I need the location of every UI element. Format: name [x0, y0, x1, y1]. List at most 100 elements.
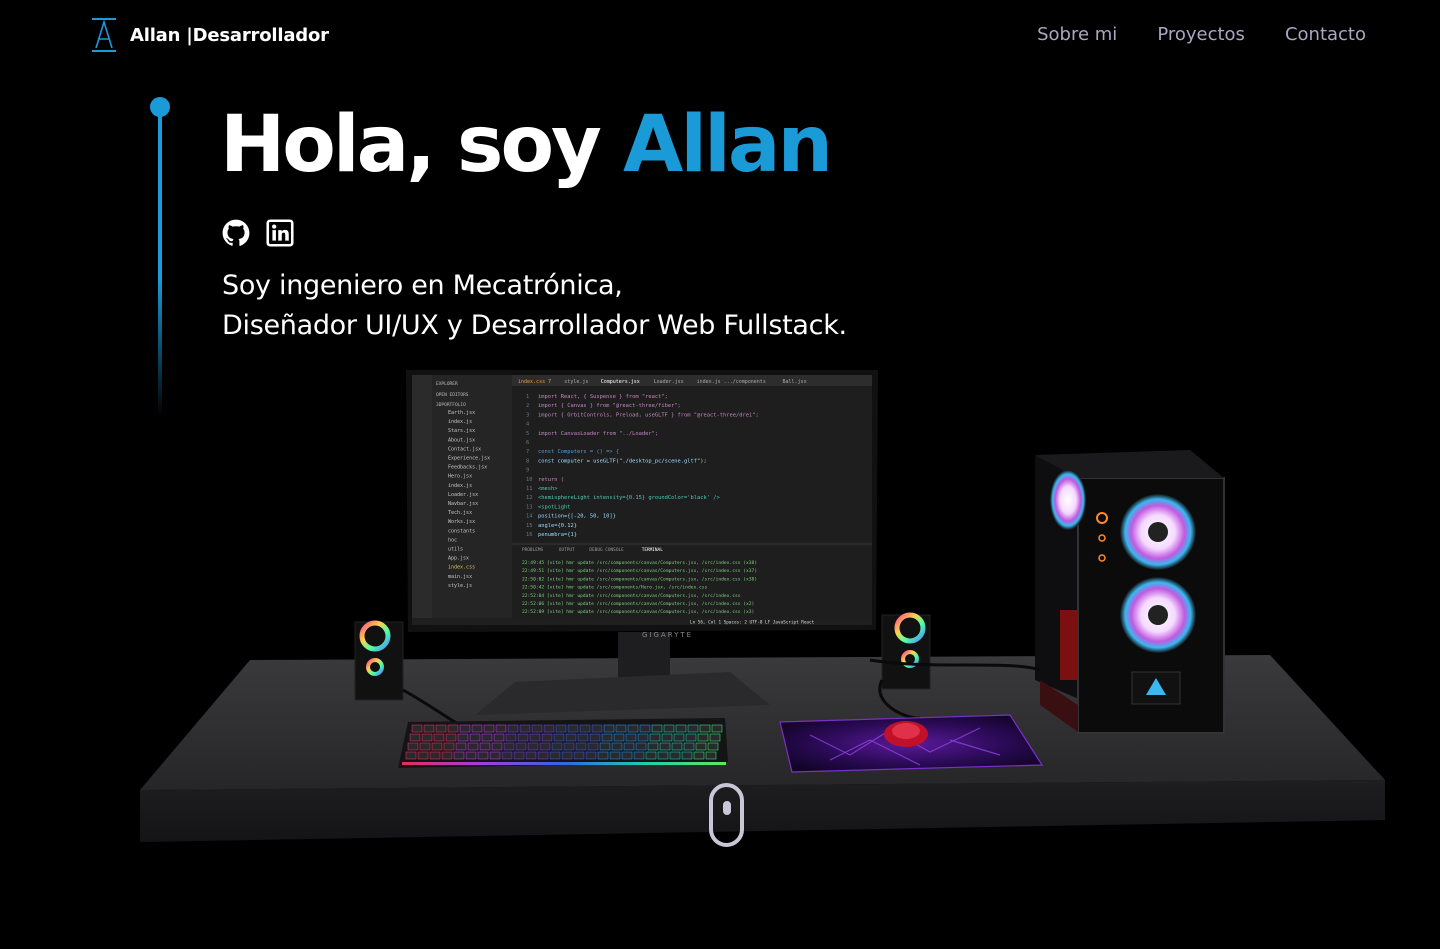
keyboard-key [587, 742, 599, 751]
navbar: Allan |Desarrollador Sobre mi Proyectos … [0, 0, 1440, 76]
keyboard-key [531, 724, 543, 733]
scroll-pill [723, 801, 731, 815]
keyboard-key [645, 751, 657, 760]
editor-tab: Loader.jsx [654, 379, 684, 385]
linkedin-link[interactable] [266, 219, 294, 247]
keyboard-key [639, 724, 651, 733]
terminal-tab: DEBUG CONSOLE [589, 547, 624, 553]
keyboard-key [611, 742, 623, 751]
keyboard-key [561, 751, 573, 760]
keyboard-key [471, 724, 483, 733]
logo-link[interactable]: Allan |Desarrollador [90, 16, 329, 54]
code-line-number: 12 [526, 495, 533, 501]
code-line: import { Canvas } from "@react-three/fib… [538, 403, 681, 409]
keyboard-key [445, 733, 457, 742]
keyboard-key [565, 733, 577, 742]
keyboard-key [685, 733, 697, 742]
keyboard-key [693, 751, 705, 760]
scroll-down-indicator[interactable] [709, 783, 744, 847]
code-line-number: 5 [526, 431, 529, 437]
nav-link-sobre-mi[interactable]: Sobre mi [1037, 24, 1117, 45]
mouse [884, 721, 928, 747]
code-line-number: 11 [526, 486, 533, 492]
keyboard-key [493, 733, 505, 742]
explorer-file-item: Experience.jsx [448, 456, 490, 462]
explorer-file-item: hoc [448, 537, 457, 543]
keyboard-key [709, 733, 721, 742]
nav-link-proyectos[interactable]: Proyectos [1157, 24, 1245, 45]
explorer-file-item: Tech.jsx [448, 510, 472, 516]
keyboard-key [477, 751, 489, 760]
explorer-file-item: style.js [448, 583, 472, 589]
keyboard-key [447, 724, 459, 733]
code-line: return ( [538, 477, 564, 483]
keyboard-key [411, 724, 423, 733]
keyboard-key [405, 751, 417, 760]
keyboard-key [441, 751, 453, 760]
explorer-file-item: Contact.jsx [448, 446, 481, 452]
code-line-number: 4 [526, 422, 529, 428]
keyboard-key [407, 742, 419, 751]
keyboard-key [537, 751, 549, 760]
hero-title-name: Allan [623, 100, 833, 190]
nav-links: Sobre mi Proyectos Contacto [1037, 24, 1366, 45]
keyboard-key [429, 751, 441, 760]
keyboard-key [673, 733, 685, 742]
keyboard-key [637, 733, 649, 742]
terminal-tab: PROBLEMS [522, 547, 544, 553]
terminal-line: 22:49:45 [vite] hmr update /src/componen… [522, 560, 757, 566]
keyboard-key [589, 733, 601, 742]
keyboard-key [657, 751, 669, 760]
explorer-file-item: Feedbacks.jsx [448, 465, 487, 471]
editor-status-bar: Ln 56, Col 1 Spaces: 2 UTF-8 LF JavaScri… [690, 620, 815, 626]
code-line: const computer = useGLTF("./desktop_pc/s… [538, 458, 707, 464]
code-line: penumbra={1} [538, 532, 577, 538]
keyboard-key [623, 742, 635, 751]
keyboard-key [459, 724, 471, 733]
code-line: import CanvasLoader from "../Loader"; [538, 431, 658, 437]
hero-title: Hola, soy Allan [220, 100, 833, 190]
pc-tower [1035, 450, 1225, 734]
keyboard-key [681, 751, 693, 760]
keyboard-key [683, 742, 695, 751]
code-line: import React, { Suspense } from "react"; [538, 394, 668, 400]
keyboard-key [553, 733, 565, 742]
keyboard-key [489, 751, 501, 760]
keyboard-key [433, 733, 445, 742]
keyboard-key [615, 724, 627, 733]
keyboard-key [549, 751, 561, 760]
nav-link-contacto[interactable]: Contacto [1285, 24, 1366, 45]
keyboard-key [699, 724, 711, 733]
keyboard-key [707, 742, 719, 751]
desktop-pc-3d-canvas[interactable]: EXPLORER OPEN EDITORS 3DPORTFOLIO Earth.… [130, 360, 1410, 860]
code-line: import { OrbitControls, Preload, useGLTF… [538, 412, 759, 418]
code-line-number: 10 [526, 477, 533, 483]
code-line-number: 7 [526, 449, 529, 455]
keyboard-key [513, 751, 525, 760]
monitor[interactable]: EXPLORER OPEN EDITORS 3DPORTFOLIO Earth.… [406, 370, 878, 639]
keyboard-key [455, 742, 467, 751]
keyboard-key [651, 724, 663, 733]
keyboard-key [519, 724, 531, 733]
github-link[interactable] [222, 219, 250, 247]
keyboard-key [495, 724, 507, 733]
keyboard-key [409, 733, 421, 742]
explorer-file-item: Earth.jsx [448, 410, 475, 416]
github-icon [222, 219, 250, 246]
editor-tab: Ball.jsx [783, 379, 807, 385]
keyboard-key [627, 724, 639, 733]
keyboard-key [659, 742, 671, 751]
code-line: <hemisphereLight intensity={0.15} ground… [538, 495, 720, 501]
explorer-file-item: Navbar.jsx [448, 501, 478, 507]
keyboard-key [527, 742, 539, 751]
keyboard-key [555, 724, 567, 733]
keyboard-key [621, 751, 633, 760]
explorer-file-item: App.jsx [448, 556, 469, 562]
explorer-file-item: Stars.jsx [448, 428, 475, 434]
hero-subtitle-line-2: Diseñador UI/UX y Desarrollador Web Full… [222, 310, 847, 341]
keyboard-key [663, 724, 675, 733]
keyboard-key [541, 733, 553, 742]
svg-text:OPEN EDITORS: OPEN EDITORS [436, 392, 469, 398]
explorer-file-item: constants [448, 528, 475, 534]
explorer-file-item: index.js [448, 419, 472, 425]
